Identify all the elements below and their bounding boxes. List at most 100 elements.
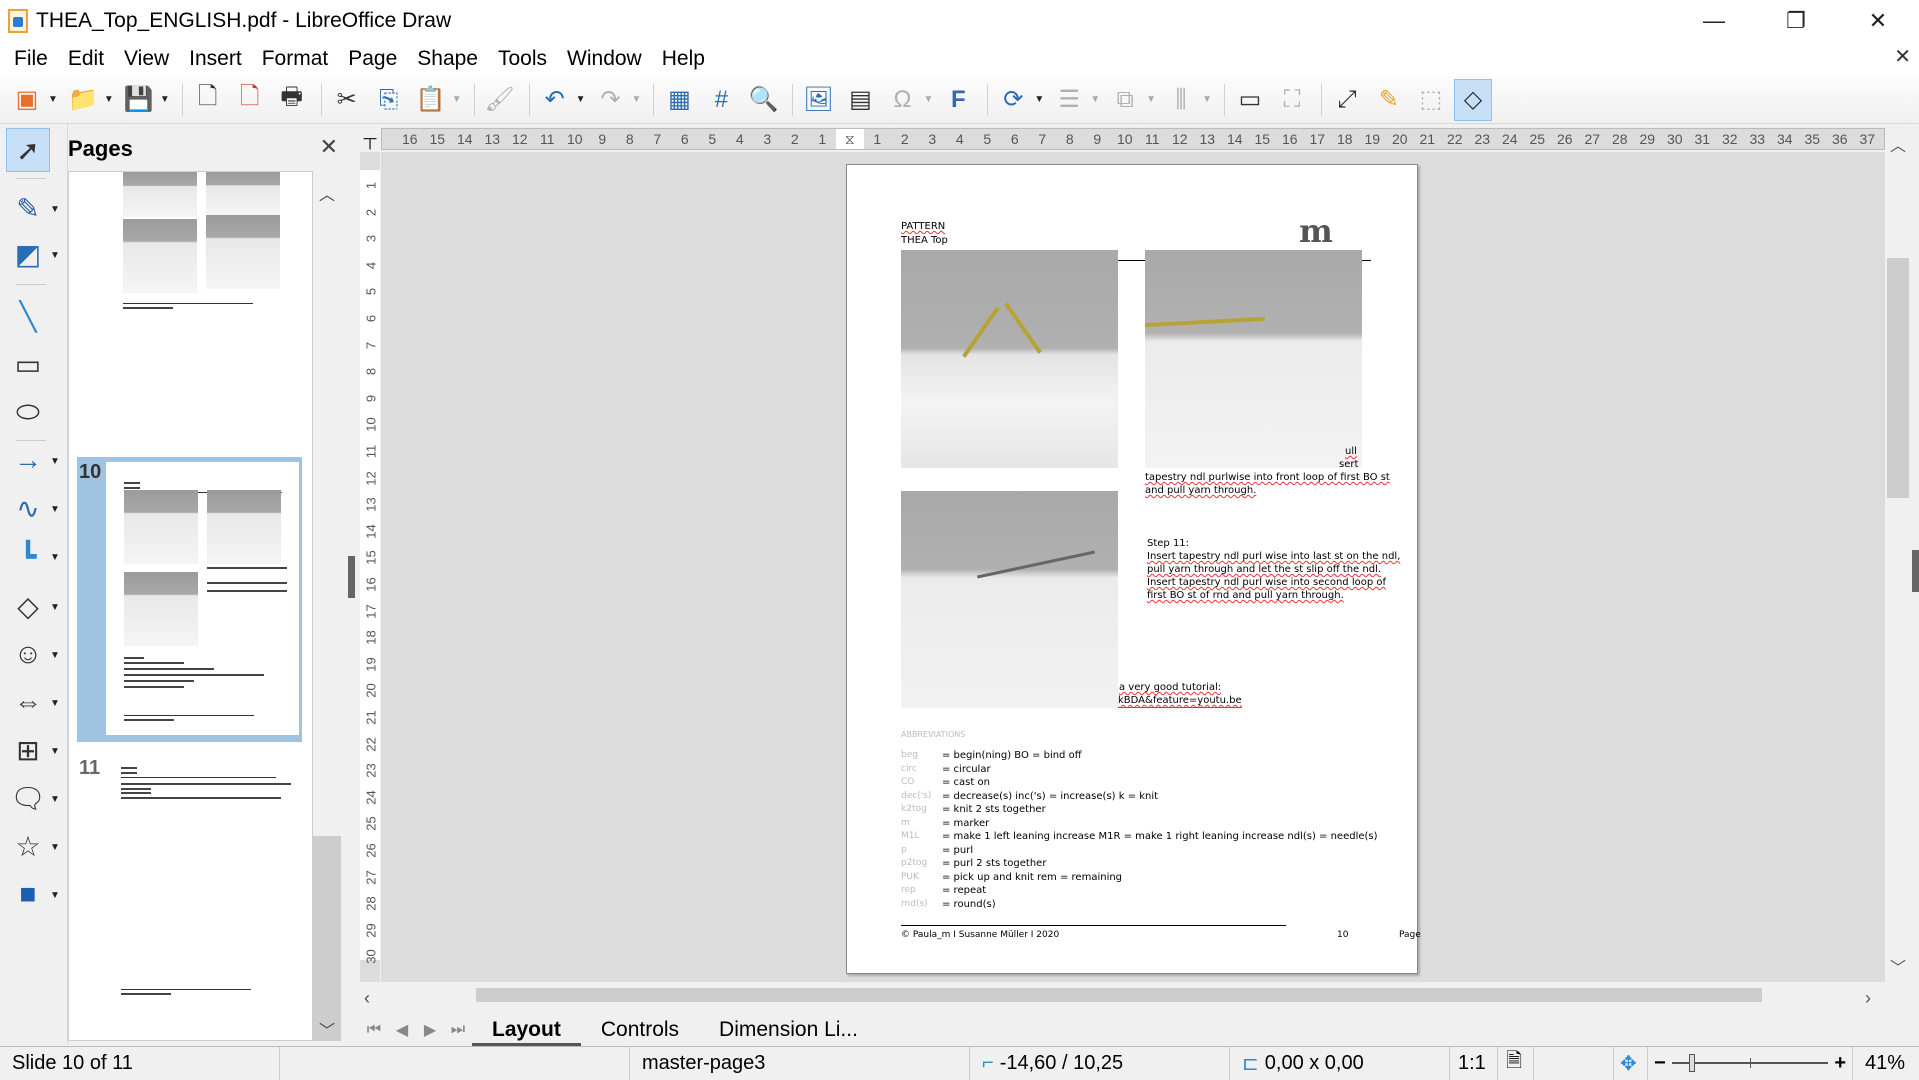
special-character-icon[interactable]: Ω xyxy=(883,79,921,121)
scroll-down-icon[interactable]: ﹀ xyxy=(1885,954,1911,978)
paste-icon[interactable]: 📋 xyxy=(412,79,450,121)
tab-layout[interactable]: Layout xyxy=(472,1014,581,1046)
tab-controls[interactable]: Controls xyxy=(581,1014,699,1046)
page-thumbnail-9[interactable] xyxy=(99,172,289,322)
stars-icon[interactable]: ☆ xyxy=(6,824,50,868)
scroll-up-icon[interactable]: ︿ xyxy=(1885,132,1911,156)
vertical-scroll-thumb[interactable] xyxy=(1887,258,1909,498)
connectors-dropdown[interactable]: ▼ xyxy=(50,552,60,563)
open-dropdown[interactable]: ▼ xyxy=(104,94,114,105)
lines-arrows-dropdown[interactable]: ▼ xyxy=(50,456,60,467)
flowchart-dropdown[interactable]: ▼ xyxy=(50,746,60,757)
fill-color-dropdown[interactable]: ▼ xyxy=(50,250,60,261)
restore-button[interactable]: ❐ xyxy=(1755,0,1837,42)
fill-color-icon[interactable]: ◩ xyxy=(6,232,50,276)
zoom-track[interactable] xyxy=(1671,1054,1829,1072)
sidebar-expand-handle[interactable] xyxy=(1912,550,1919,592)
curves-polygons-icon[interactable]: ∿ xyxy=(6,486,50,530)
zoom-thumb[interactable] xyxy=(1689,1054,1696,1072)
toggle-extrusion-icon[interactable]: ⬚ xyxy=(1412,79,1450,121)
horizontal-scrollbar[interactable]: ‹ › xyxy=(360,986,1885,1012)
fit-page-icon[interactable]: ✥ xyxy=(1614,1046,1648,1080)
previous-tab-icon[interactable]: ◀ xyxy=(388,1020,416,1040)
line-color-dropdown[interactable]: ▼ xyxy=(50,204,60,215)
zoom-pan-icon[interactable]: 🔍 xyxy=(744,79,782,121)
next-tab-icon[interactable]: ▶ xyxy=(416,1020,444,1040)
redo-icon[interactable]: ↷ xyxy=(592,79,630,121)
vertical-scrollbar[interactable]: ︿ ﹀ xyxy=(1885,128,1911,982)
vertical-ruler[interactable]: 1 2 3 4 5 6 7 8 9 10 11 12 13 14 15 16 17 18 19 20 21 22 23 24 2… xyxy=(360,152,380,982)
select-icon[interactable]: ➚ xyxy=(6,128,50,172)
lines-arrows-icon[interactable]: → xyxy=(6,438,50,482)
last-tab-icon[interactable]: ⏭ xyxy=(444,1021,472,1039)
cut-icon[interactable]: ✂ xyxy=(328,79,366,121)
symbol-shapes-dropdown[interactable]: ▼ xyxy=(50,650,60,661)
document-page[interactable]: PATTERN THEA Top m ull sert tapestry ndl… xyxy=(846,164,1421,974)
3d-objects-icon[interactable]: ■ xyxy=(6,872,50,916)
new-dropdown[interactable]: ▼ xyxy=(48,94,58,105)
menu-edit[interactable]: Edit xyxy=(58,47,114,71)
scroll-right-icon[interactable]: › xyxy=(1865,988,1871,1009)
copy-icon[interactable]: ⎘ xyxy=(370,79,408,121)
menu-shape[interactable]: Shape xyxy=(407,47,488,71)
callouts-icon[interactable]: 🗨 xyxy=(6,776,50,820)
rectangle-icon[interactable]: ▭ xyxy=(6,342,50,386)
export-pdf-icon[interactable]: 🗋 xyxy=(231,79,269,121)
shadow-icon[interactable]: ▭ xyxy=(1231,79,1269,121)
insert-image-icon[interactable]: 🖼 xyxy=(799,79,837,121)
zoom-in-icon[interactable]: + xyxy=(1834,1052,1846,1075)
undo-dropdown[interactable]: ▼ xyxy=(576,94,586,105)
menu-window[interactable]: Window xyxy=(557,47,652,71)
helplines-icon[interactable]: # xyxy=(702,79,740,121)
block-arrows-dropdown[interactable]: ▼ xyxy=(50,698,60,709)
undo-icon[interactable]: ↶ xyxy=(536,79,574,121)
export-icon[interactable]: 🗋 xyxy=(189,79,227,121)
curves-dropdown[interactable]: ▼ xyxy=(50,504,60,515)
basic-shapes-icon[interactable]: ◇ xyxy=(6,584,50,628)
basic-shapes-dropdown[interactable]: ▼ xyxy=(50,602,60,613)
master-page-name[interactable]: master-page3 xyxy=(630,1046,970,1080)
clone-formatting-icon[interactable]: 🖌 xyxy=(481,79,519,121)
menu-format[interactable]: Format xyxy=(252,47,339,71)
horizontal-ruler[interactable]: 16 15 14 13 12 11 10 9 8 7 6 5 4 3 2 1 ⧖ 1 2 3 4 5 6 7 8 9 10 11 12 1… xyxy=(381,128,1885,150)
print-icon[interactable]: 🖶 xyxy=(273,79,311,121)
first-tab-icon[interactable]: ⏮ xyxy=(360,1021,388,1039)
transformations-dropdown[interactable]: ▼ xyxy=(1034,94,1044,105)
special-character-dropdown[interactable]: ▼ xyxy=(923,94,933,105)
horizontal-scroll-thumb[interactable] xyxy=(476,988,1762,1002)
drawing-canvas[interactable]: PATTERN THEA Top m ull sert tapestry ndl… xyxy=(381,152,1885,982)
pages-scroll-thumb[interactable] xyxy=(313,836,341,1041)
tutorial-link-text[interactable]: kBDA&feature=youtu.be xyxy=(1118,695,1242,706)
scroll-down-icon[interactable]: ﹀ xyxy=(313,1017,341,1041)
menu-page[interactable]: Page xyxy=(338,47,407,71)
3d-objects-dropdown[interactable]: ▼ xyxy=(50,890,60,901)
document-modified-icon[interactable]: 🗎 xyxy=(1498,1046,1534,1080)
photo-step-9[interactable] xyxy=(901,250,1118,468)
menu-view[interactable]: View xyxy=(114,47,179,71)
connectors-icon[interactable]: ┗ xyxy=(6,534,50,578)
menu-insert[interactable]: Insert xyxy=(179,47,252,71)
open-icon[interactable]: 📁 xyxy=(64,79,102,121)
menu-help[interactable]: Help xyxy=(652,47,715,71)
points-icon[interactable]: ⤢ xyxy=(1328,79,1366,121)
tutorial-link[interactable]: kBDA&feature=youtu.be xyxy=(1118,694,1242,708)
arrange-icon[interactable]: ⧉ xyxy=(1106,79,1144,121)
zoom-out-icon[interactable]: − xyxy=(1654,1052,1666,1075)
photo-step-11[interactable] xyxy=(901,491,1118,708)
menu-tools[interactable]: Tools xyxy=(488,47,557,71)
distribute-dropdown[interactable]: ▼ xyxy=(1202,94,1212,105)
insert-textbox-icon[interactable]: ▤ xyxy=(841,79,879,121)
show-draw-functions-icon[interactable]: ◇ xyxy=(1453,78,1492,121)
zoom-percent[interactable]: 41% xyxy=(1853,1047,1917,1080)
symbol-shapes-icon[interactable]: ☺ xyxy=(6,632,50,676)
fontwork-icon[interactable]: F xyxy=(939,79,977,121)
page-thumbnail-selected[interactable]: 10 xyxy=(77,457,302,742)
ellipse-icon[interactable]: ⬭ xyxy=(6,390,50,434)
save-icon[interactable]: 💾 xyxy=(120,79,158,121)
minimize-button[interactable]: — xyxy=(1673,0,1755,42)
save-dropdown[interactable]: ▼ xyxy=(160,94,170,105)
flowchart-icon[interactable]: ⊞ xyxy=(6,728,50,772)
arrange-dropdown[interactable]: ▼ xyxy=(1146,94,1156,105)
line-icon[interactable]: ╲ xyxy=(6,294,50,338)
scroll-left-icon[interactable]: ‹ xyxy=(364,988,370,1009)
